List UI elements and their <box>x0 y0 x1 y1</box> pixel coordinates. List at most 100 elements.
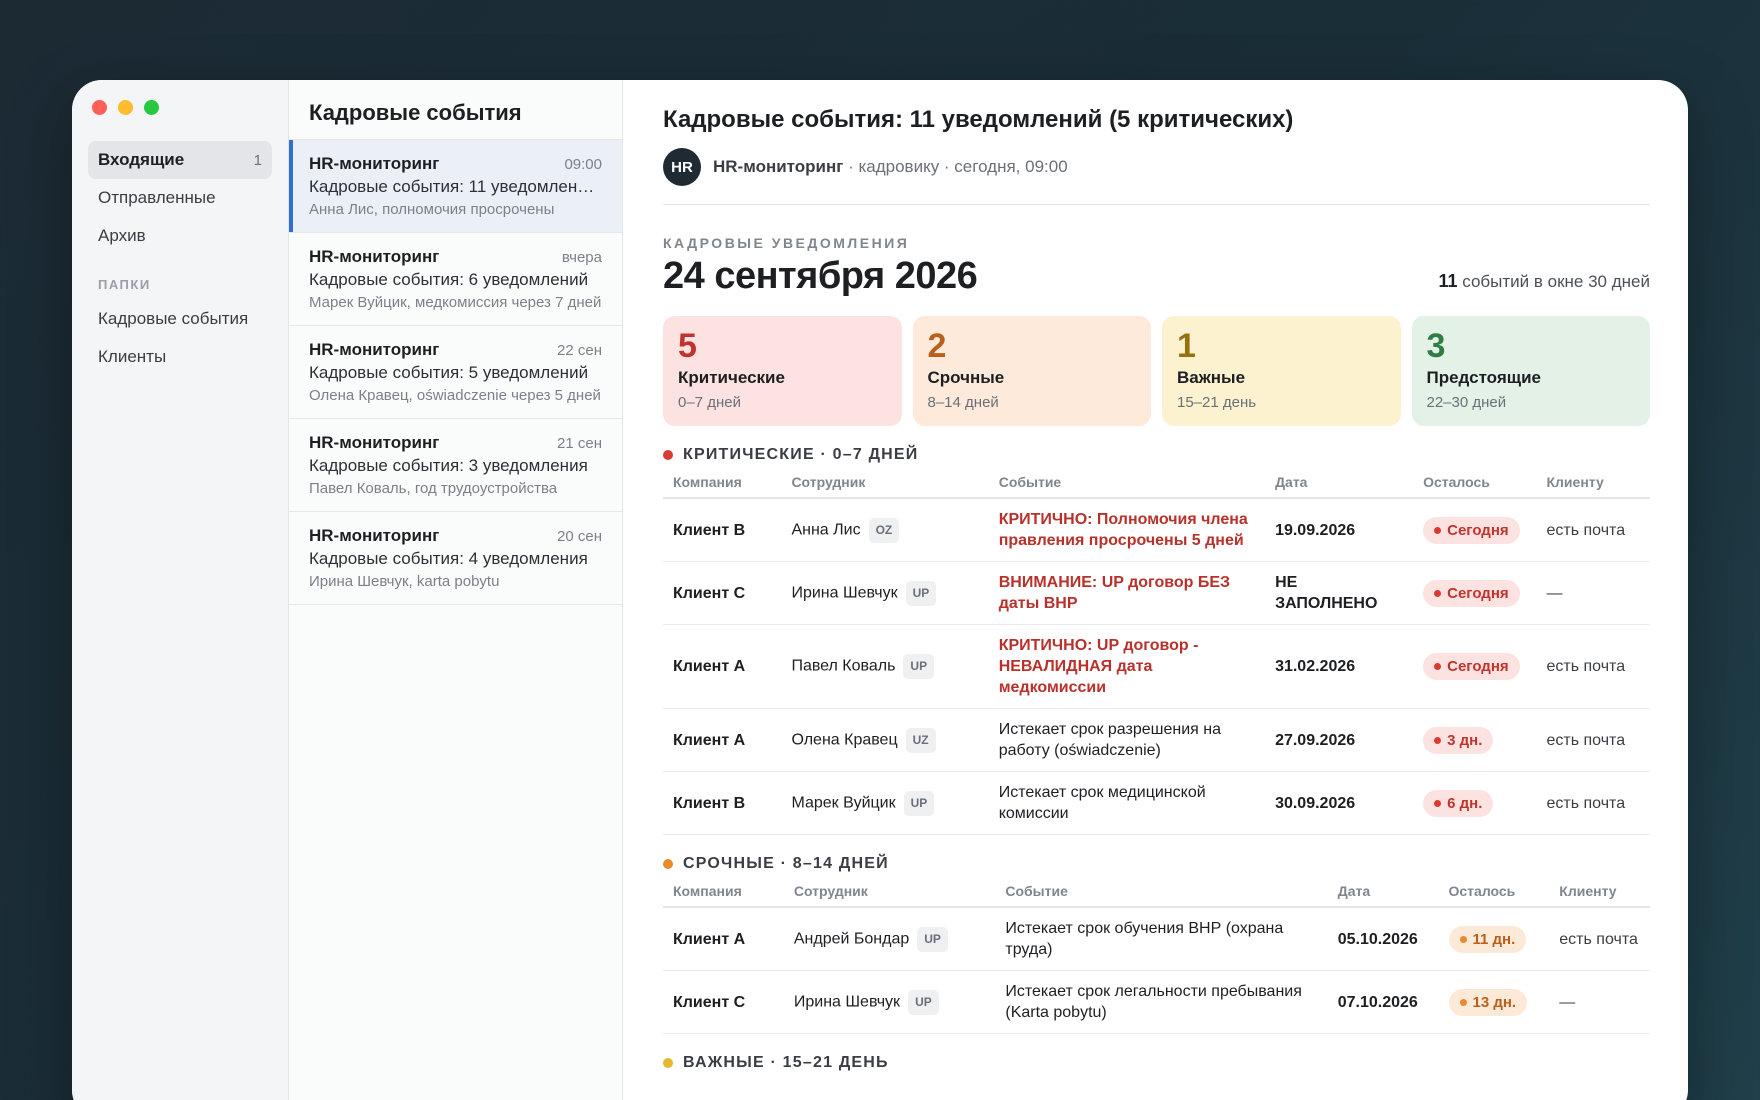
summary-card-label: Срочные <box>927 368 1005 387</box>
event-cell: Истекает срок медицинской комиссии <box>988 771 1266 835</box>
company-cell: Клиент A <box>663 907 784 971</box>
mail-window: Входящие 1 Отправленные Архив ПАПКИ Кадр… <box>72 80 1688 1100</box>
zoom-window-button[interactable] <box>144 100 159 115</box>
message-subject-preview: Кадровые события: 4 уведомления <box>309 549 588 568</box>
sidebar-item-label: Архив <box>98 226 146 245</box>
summary-card-count: 2 <box>927 327 947 365</box>
sidebar-item-sent[interactable]: Отправленные <box>88 179 272 217</box>
client-notice-cell: есть почта <box>1536 771 1650 835</box>
column-header: Дата <box>1327 883 1439 908</box>
remaining-badge: Сегодня <box>1423 579 1520 607</box>
message-subject-preview: Кадровые события: 3 уведомления <box>309 456 588 475</box>
remaining-cell: 6 дн. <box>1413 771 1537 835</box>
close-window-button[interactable] <box>92 100 107 115</box>
message-subject: Кадровые события: 11 уведомлений (5 крит… <box>663 106 1294 133</box>
employee-name: Олена Кравец <box>791 731 898 749</box>
column-header: Компания <box>663 883 784 908</box>
summary-card-range: 8–14 дней <box>927 394 999 411</box>
event-cell: КРИТИЧНО: Полномочия члена правления про… <box>988 498 1266 562</box>
table-row[interactable]: Клиент B Марек Вуйцик UP Истекает срок меди… <box>663 771 1650 835</box>
employee-name: Анна Лис <box>791 521 861 539</box>
remaining-cell: 3 дн. <box>1413 708 1537 772</box>
message-header: HR-мониторинг вчера <box>309 247 602 267</box>
message-time: 09:00 <box>564 156 602 173</box>
table-row[interactable]: Клиент A Андрей Бондар UP Истекает срок обу… <box>663 907 1650 971</box>
employee-name: Ирина Шевчук <box>793 993 901 1011</box>
message-list-item[interactable]: HR-мониторинг 09:00 Кадровые события: 11 у… <box>289 140 622 233</box>
sidebar-item-inbox[interactable]: Входящие 1 <box>88 141 272 179</box>
summary-card[interactable]: 5 Критические 0–7 дней <box>663 316 902 426</box>
summary-card-label: Предстоящие <box>1426 368 1542 387</box>
summary-card-count: 1 <box>1177 327 1196 365</box>
sidebar-item-label: Кадровые события <box>98 309 249 328</box>
message-subject-preview: Кадровые события: 6 уведомлений <box>309 270 589 289</box>
message-header: HR-мониторинг 22 сен <box>309 340 602 360</box>
contract-type-badge: UP <box>903 654 935 679</box>
message-list-item[interactable]: HR-мониторинг 21 сен Кадровые события: 3 у… <box>289 419 622 512</box>
remaining-text: Сегодня <box>1447 521 1509 539</box>
unread-count: 1 <box>253 151 262 169</box>
remaining-text: 13 дн. <box>1472 993 1517 1011</box>
sender-info: HR-мониторинг · кадровику · сегодня, 09:… <box>713 157 1068 177</box>
column-header: Сотрудник <box>783 883 996 908</box>
sender-name: HR-мониторинг <box>713 157 844 176</box>
company-cell: Клиент C <box>663 970 784 1034</box>
report-header: 24 сентября 2026 11 событий в окне 30 дн… <box>663 255 1650 298</box>
summary-card-range: 22–30 дней <box>1426 394 1507 411</box>
table-row[interactable]: Клиент A Олена Кравец UZ Истекает срок разр… <box>663 708 1650 772</box>
column-header: Клиенту <box>1536 474 1650 499</box>
sidebar-item-archive[interactable]: Архив <box>88 217 272 255</box>
employee-cell: Марек Вуйцик UP <box>781 771 989 835</box>
employee-name: Марек Вуйцик <box>791 794 896 812</box>
table-row[interactable]: Клиент A Павел Коваль UP КРИТИЧНО: UP догов… <box>663 624 1650 709</box>
section-title: СРОЧНЫЕ · 8–14 ДНЕЙ <box>683 855 889 872</box>
table-row[interactable]: Клиент C Ирина Шевчук UP ВНИМАНИЕ: UP догов… <box>663 561 1650 625</box>
date-cell: 31.02.2026 <box>1265 624 1414 709</box>
column-header: Сотрудник <box>781 474 989 499</box>
status-dot-icon <box>1434 526 1442 534</box>
event-cell: Истекает срок обучения ВНР (охрана труда… <box>995 907 1328 971</box>
message-subject-preview: Кадровые события: 5 уведомлений <box>309 363 589 382</box>
status-dot-icon <box>1434 799 1442 807</box>
summary-card[interactable]: 3 Предстоящие 22–30 дней <box>1411 316 1650 426</box>
remaining-cell: 11 дн. <box>1438 907 1550 971</box>
date-cell: 07.10.2026 <box>1327 970 1439 1034</box>
company-cell: Клиент A <box>663 624 782 709</box>
message-sender: HR-мониторинг <box>309 433 440 452</box>
message-list-item[interactable]: HR-мониторинг вчера Кадровые события: 6 ув… <box>289 233 622 326</box>
message-list-item[interactable]: HR-мониторинг 20 сен Кадровые события: 4 у… <box>289 512 622 605</box>
report-date: 24 сентября 2026 <box>663 255 978 297</box>
section-heading: КРИТИЧЕСКИЕ · 0–7 ДНЕЙ <box>663 446 1650 464</box>
remaining-cell: 13 дн. <box>1438 970 1550 1034</box>
company-cell: Клиент B <box>663 498 782 562</box>
employee-cell: Ирина Шевчук UP <box>781 561 989 625</box>
client-notice-cell: есть почта <box>1536 708 1650 772</box>
company-cell: Клиент B <box>663 771 782 835</box>
employee-cell: Ирина Шевчук UP <box>783 970 996 1034</box>
status-dot-icon <box>1434 663 1442 670</box>
company-cell: Клиент A <box>663 708 782 772</box>
client-notice-cell: есть почта <box>1536 624 1650 709</box>
event-cell: ВНИМАНИЕ: UP договор БЕЗ даты ВНР <box>988 561 1266 625</box>
message-list-item[interactable]: HR-мониторинг 22 сен Кадровые события: 5 у… <box>289 326 622 419</box>
minimize-window-button[interactable] <box>118 100 133 115</box>
message-snippet: Павел Коваль, год трудоустройства <box>309 480 558 497</box>
table-row[interactable]: Клиент B Анна Лис OZ КРИТИЧНО: Полномочия ч… <box>663 498 1650 562</box>
message-time: 20 сен <box>557 528 602 545</box>
contract-type-badge: UP <box>905 580 937 606</box>
sidebar-item-label: Клиенты <box>98 347 167 366</box>
table-row[interactable]: Клиент C Ирина Шевчук UP Истекает срок лега… <box>663 970 1650 1034</box>
sidebar-folder-hr-events[interactable]: Кадровые события <box>88 300 272 338</box>
message-header: HR-мониторинг 09:00 <box>309 154 602 174</box>
column-header: Событие <box>995 883 1328 908</box>
summary-card[interactable]: 1 Важные 15–21 день <box>1162 316 1401 426</box>
summary-card[interactable]: 2 Срочные 8–14 дней <box>912 316 1151 426</box>
message-subject-preview: Кадровые события: 11 уведомлений (5 крит… <box>309 177 602 196</box>
status-dot-icon <box>1459 998 1467 1006</box>
message-sender: HR-мониторинг <box>309 526 440 545</box>
status-dot-icon <box>1434 589 1442 597</box>
table-header-row: Компания Сотрудник Событие Дата Осталось Клие… <box>663 474 1650 499</box>
sidebar-folder-clients[interactable]: Клиенты <box>88 338 272 376</box>
employee-cell: Анна Лис OZ <box>781 498 989 562</box>
events-count: 11 <box>1438 271 1458 291</box>
